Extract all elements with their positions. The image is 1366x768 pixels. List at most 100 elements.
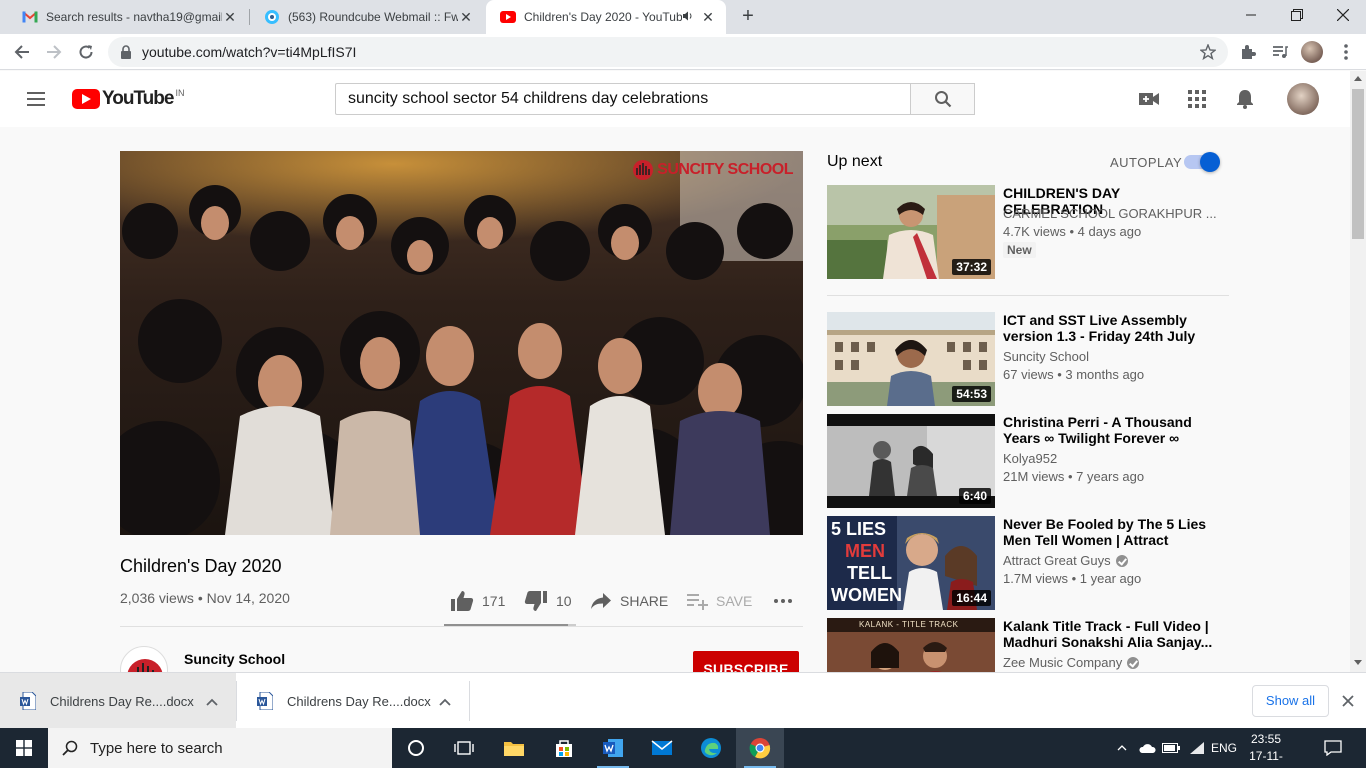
tab-youtube[interactable]: Children's Day 2020 - YouTube ✕ <box>486 0 726 34</box>
like-button[interactable]: 171 <box>450 588 505 614</box>
chrome-menu-icon[interactable] <box>1334 40 1358 64</box>
video-card-title[interactable]: Christina Perri - A Thousand Years ∞ Twi… <box>1003 414 1213 446</box>
video-card-meta: 1.7M views • 1 year ago <box>1003 571 1142 586</box>
tab-gmail[interactable]: Search results - navtha19@gmail ✕ <box>8 0 248 34</box>
video-title: Children's Day 2020 <box>120 556 282 576</box>
profile-avatar[interactable] <box>1301 41 1323 63</box>
autoplay-toggle[interactable] <box>1184 152 1220 172</box>
bookmark-star-icon[interactable] <box>1199 43 1217 63</box>
windows-logo-icon <box>16 740 32 756</box>
dislike-button[interactable]: 10 <box>524 588 572 614</box>
share-button[interactable]: SHARE <box>590 588 668 614</box>
up-next-video-card[interactable]: KALANK - TITLE TRACK Kalank Title Track … <box>827 618 1229 672</box>
reload-button[interactable] <box>72 38 100 66</box>
scroll-down-arrow-icon[interactable] <box>1354 660 1362 665</box>
thumbs-up-icon <box>451 591 474 611</box>
hamburger-menu-icon[interactable] <box>24 87 48 111</box>
up-next-heading: Up next <box>827 153 883 170</box>
show-all-downloads-button[interactable]: Show all <box>1252 685 1329 717</box>
word-app-icon[interactable] <box>589 728 637 768</box>
scrollbar-thumb[interactable] <box>1352 89 1364 239</box>
start-button[interactable] <box>0 728 48 768</box>
close-icon[interactable]: ✕ <box>700 9 716 25</box>
minimize-button[interactable] <box>1228 0 1274 30</box>
video-card-meta: 4.7K views • 4 days ago <box>1003 224 1142 239</box>
download-item[interactable]: Childrens Day Re....docx <box>237 673 469 729</box>
speaker-icon[interactable] <box>682 10 694 25</box>
video-card-channel[interactable]: Kolya952 <box>1003 451 1057 466</box>
divider <box>120 626 803 627</box>
account-avatar[interactable] <box>1287 83 1319 115</box>
wifi-icon[interactable] <box>1186 728 1208 768</box>
clock-date: 17-11-2020 <box>1249 749 1283 768</box>
back-arrow-icon <box>14 45 29 59</box>
page-scrollbar[interactable] <box>1350 71 1366 672</box>
divider <box>469 681 470 721</box>
youtube-logo[interactable]: YouTube IN <box>72 88 184 110</box>
notifications-icon[interactable] <box>1320 728 1346 768</box>
tab-roundcube[interactable]: (563) Roundcube Webmail :: Fwd ✕ <box>250 0 484 34</box>
task-view-icon[interactable] <box>440 728 488 768</box>
restore-button[interactable] <box>1274 0 1320 30</box>
up-next-video-card[interactable]: 6:40 Christina Perri - A Thousand Years … <box>827 414 1229 508</box>
taskbar-clock[interactable]: 23:55 17-11-2020 <box>1236 731 1296 768</box>
cortana-icon[interactable] <box>392 728 440 768</box>
video-player[interactable]: SUNCITY SCHOOL <box>120 151 803 535</box>
autoplay-label: AUTOPLAY <box>1110 155 1183 170</box>
apps-grid-icon[interactable] <box>1185 87 1209 111</box>
suncity-logo-icon <box>633 160 654 180</box>
chevron-up-icon[interactable] <box>439 694 451 709</box>
video-thumbnail[interactable]: 6:40 <box>827 414 995 508</box>
lock-icon[interactable] <box>120 45 132 59</box>
url-text: youtube.com/watch?v=ti4MpLfIS7I <box>142 44 357 60</box>
thumbs-down-icon <box>524 591 547 611</box>
search-button[interactable] <box>910 83 975 115</box>
search-input[interactable]: suncity school sector 54 childrens day c… <box>335 83 911 115</box>
download-item[interactable]: Childrens Day Re....docx <box>0 673 236 729</box>
video-card-channel[interactable]: CARMEL SCHOOL GORAKHPUR ... <box>1003 206 1217 221</box>
address-bar[interactable]: youtube.com/watch?v=ti4MpLfIS7I <box>108 37 1228 67</box>
gmail-icon <box>22 9 38 25</box>
show-hidden-icons-chevron-icon[interactable] <box>1112 728 1132 768</box>
scroll-up-arrow-icon[interactable] <box>1354 76 1362 81</box>
video-card-channel[interactable]: Suncity School <box>1003 349 1089 364</box>
file-explorer-icon[interactable] <box>490 728 538 768</box>
taskbar-search-box[interactable]: Type here to search <box>48 728 392 768</box>
save-button[interactable]: SAVE <box>686 588 752 614</box>
close-icon[interactable]: ✕ <box>222 9 238 25</box>
input-language[interactable]: ENG <box>1210 728 1238 768</box>
onedrive-cloud-icon[interactable] <box>1136 728 1158 768</box>
close-icon[interactable]: ✕ <box>458 9 474 25</box>
up-next-video-card[interactable]: 54:53 ICT and SST Live Assembly version … <box>827 312 1229 406</box>
new-tab-button[interactable]: + <box>736 5 760 29</box>
chrome-app-icon[interactable] <box>736 728 784 768</box>
video-thumbnail[interactable]: KALANK - TITLE TRACK <box>827 618 995 672</box>
media-queue-icon[interactable] <box>1268 40 1292 64</box>
video-card-title[interactable]: Never Be Fooled by The 5 Lies Men Tell W… <box>1003 516 1213 548</box>
notifications-bell-icon[interactable] <box>1233 87 1257 111</box>
edge-browser-icon[interactable] <box>687 728 735 768</box>
back-button[interactable] <box>8 38 36 66</box>
extensions-puzzle-icon[interactable] <box>1236 40 1260 64</box>
up-next-video-card[interactable]: 5 LIES MEN TELL WOMEN 16:44 Never Be Foo… <box>827 516 1229 610</box>
forward-button[interactable] <box>40 38 68 66</box>
create-video-icon[interactable] <box>1137 87 1161 111</box>
video-card-channel[interactable]: Attract Great Guys <box>1003 553 1128 568</box>
more-actions-button[interactable] <box>773 588 793 614</box>
battery-icon[interactable] <box>1160 728 1182 768</box>
chevron-up-icon[interactable] <box>206 694 218 709</box>
video-thumbnail[interactable]: 5 LIES MEN TELL WOMEN 16:44 <box>827 516 995 610</box>
more-horizontal-icon <box>774 599 792 603</box>
close-window-button[interactable] <box>1320 0 1366 30</box>
mail-app-icon[interactable] <box>638 728 686 768</box>
video-card-title[interactable]: ICT and SST Live Assembly version 1.3 - … <box>1003 312 1213 344</box>
up-next-video-card[interactable]: 37:32 CHILDREN'S DAY CELEBRATION CARMEL … <box>827 185 1229 279</box>
video-thumbnail[interactable]: 37:32 <box>827 185 995 279</box>
channel-name[interactable]: Suncity School <box>184 651 285 667</box>
youtube-play-icon <box>72 89 100 109</box>
store-icon[interactable] <box>540 728 588 768</box>
video-card-title[interactable]: Kalank Title Track - Full Video | Madhur… <box>1003 618 1213 650</box>
close-icon[interactable] <box>1338 691 1358 711</box>
video-card-channel[interactable]: Zee Music Company <box>1003 655 1140 670</box>
video-thumbnail[interactable]: 54:53 <box>827 312 995 406</box>
